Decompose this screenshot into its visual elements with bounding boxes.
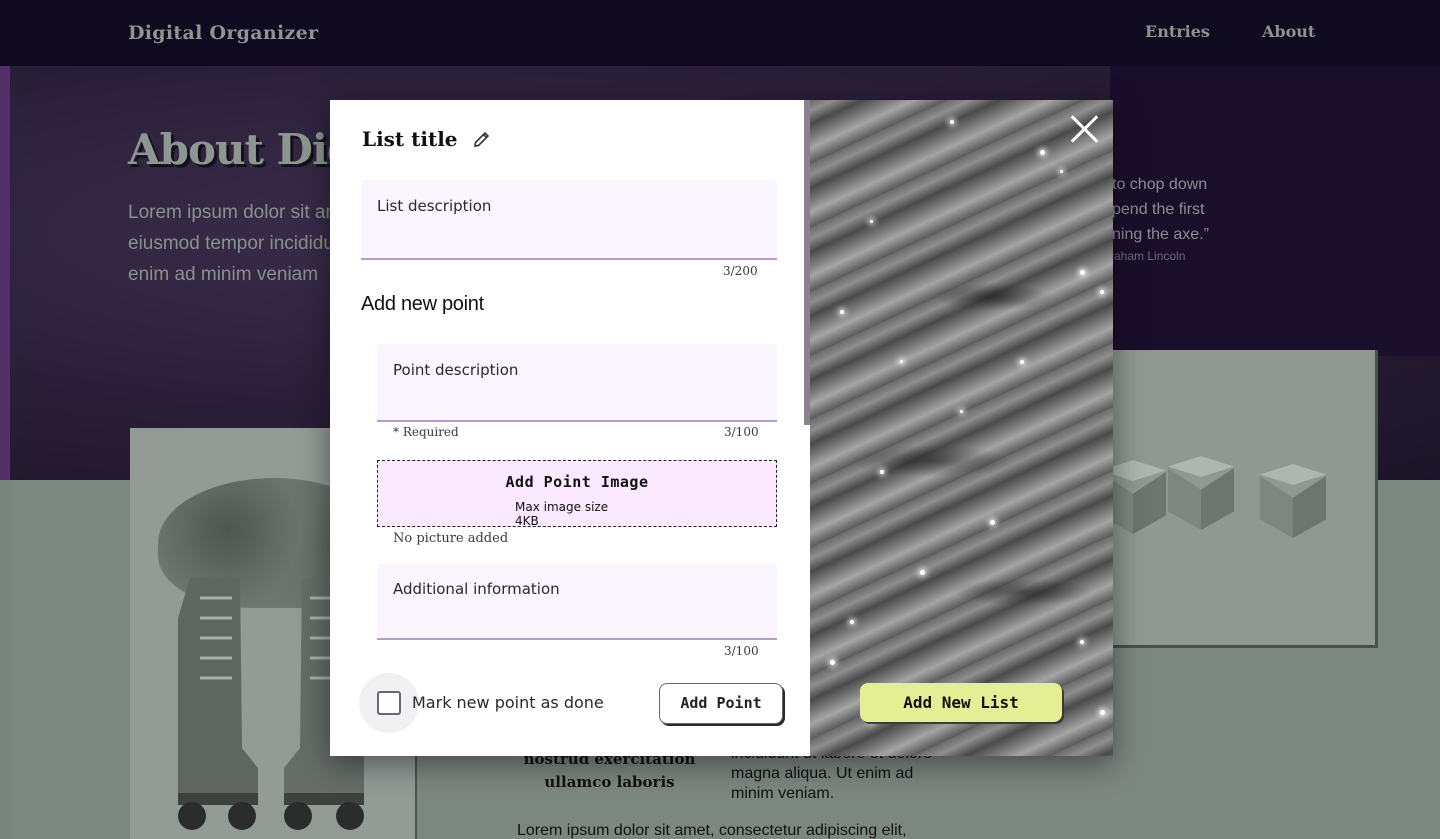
quote-line: to chop down	[1112, 176, 1208, 193]
additional-info-counter: 3/100	[724, 644, 759, 658]
list-description-label: List description	[377, 197, 492, 215]
form-panel: List title List description 3/200 Add ne…	[330, 100, 810, 756]
brand-logo[interactable]: Digital Organizer	[128, 22, 318, 44]
point-description-field[interactable]: Point description	[377, 344, 777, 422]
cube-graphic	[1168, 456, 1234, 532]
list-description-field[interactable]: List description	[361, 180, 777, 260]
point-description-counter: 3/100	[724, 425, 759, 439]
required-hint: * Required	[393, 425, 459, 439]
hero-left-strip	[0, 66, 10, 480]
water-image: Add New List	[810, 100, 1113, 756]
close-icon[interactable]	[1070, 114, 1100, 144]
nav-link-about[interactable]: About	[1262, 22, 1315, 41]
add-point-button[interactable]: Add Point	[659, 683, 783, 724]
page-title: About Dig	[128, 125, 356, 174]
cube-graphic	[1260, 464, 1326, 540]
hero-text-line: Lorem ipsum dolor sit amet	[128, 202, 358, 223]
quote-line: pend the first	[1112, 201, 1205, 218]
hero-text-line: enim ad minim veniam	[128, 264, 319, 285]
lower-paragraph: Lorem ipsum dolor sit amet, consectetur …	[517, 822, 907, 839]
add-point-image-dropzone[interactable]: Add Point Image Max image size 4KB	[377, 460, 777, 528]
nav-link-entries[interactable]: Entries	[1145, 22, 1210, 41]
quote-author: raham Lincoln	[1110, 249, 1186, 263]
list-description-counter: 3/200	[723, 264, 758, 278]
add-point-heading: Add new point	[361, 293, 484, 315]
quote-line: ning the axe.”	[1112, 226, 1209, 243]
max-image-size-note: Max image size 4KB	[515, 500, 609, 528]
mark-done-checkbox[interactable]	[377, 691, 401, 715]
no-picture-status: No picture added	[393, 531, 509, 546]
navbar: Digital Organizer Entries About	[0, 0, 1440, 66]
add-new-list-button[interactable]: Add New List	[860, 683, 1062, 722]
hero-text-line: eiusmod tempor incididunt	[128, 233, 350, 254]
add-point-image-title: Add Point Image	[505, 473, 649, 491]
hero-text: Lorem ipsum dolor sit amet eiusmod tempo…	[128, 197, 358, 290]
point-description-label: Point description	[393, 361, 519, 379]
cubes-image	[1110, 350, 1378, 648]
lower-heading-line: ullamco laboris	[544, 773, 675, 791]
quote: to chop down pend the first ning the axe…	[1112, 172, 1222, 247]
lower-column-line: minim veniam.	[731, 785, 835, 802]
pencil-icon[interactable]	[472, 129, 492, 149]
additional-info-label: Additional information	[393, 580, 560, 598]
list-title[interactable]: List title	[362, 127, 458, 151]
cube-graphic	[1110, 460, 1166, 536]
additional-info-field[interactable]: Additional information	[377, 563, 777, 640]
mark-done-label[interactable]: Mark new point as done	[412, 693, 604, 712]
skate-left-graphic	[178, 578, 258, 830]
new-list-modal: List title List description 3/200 Add ne…	[330, 100, 1113, 756]
lower-column-line: magna aliqua. Ut enim ad	[731, 765, 914, 782]
